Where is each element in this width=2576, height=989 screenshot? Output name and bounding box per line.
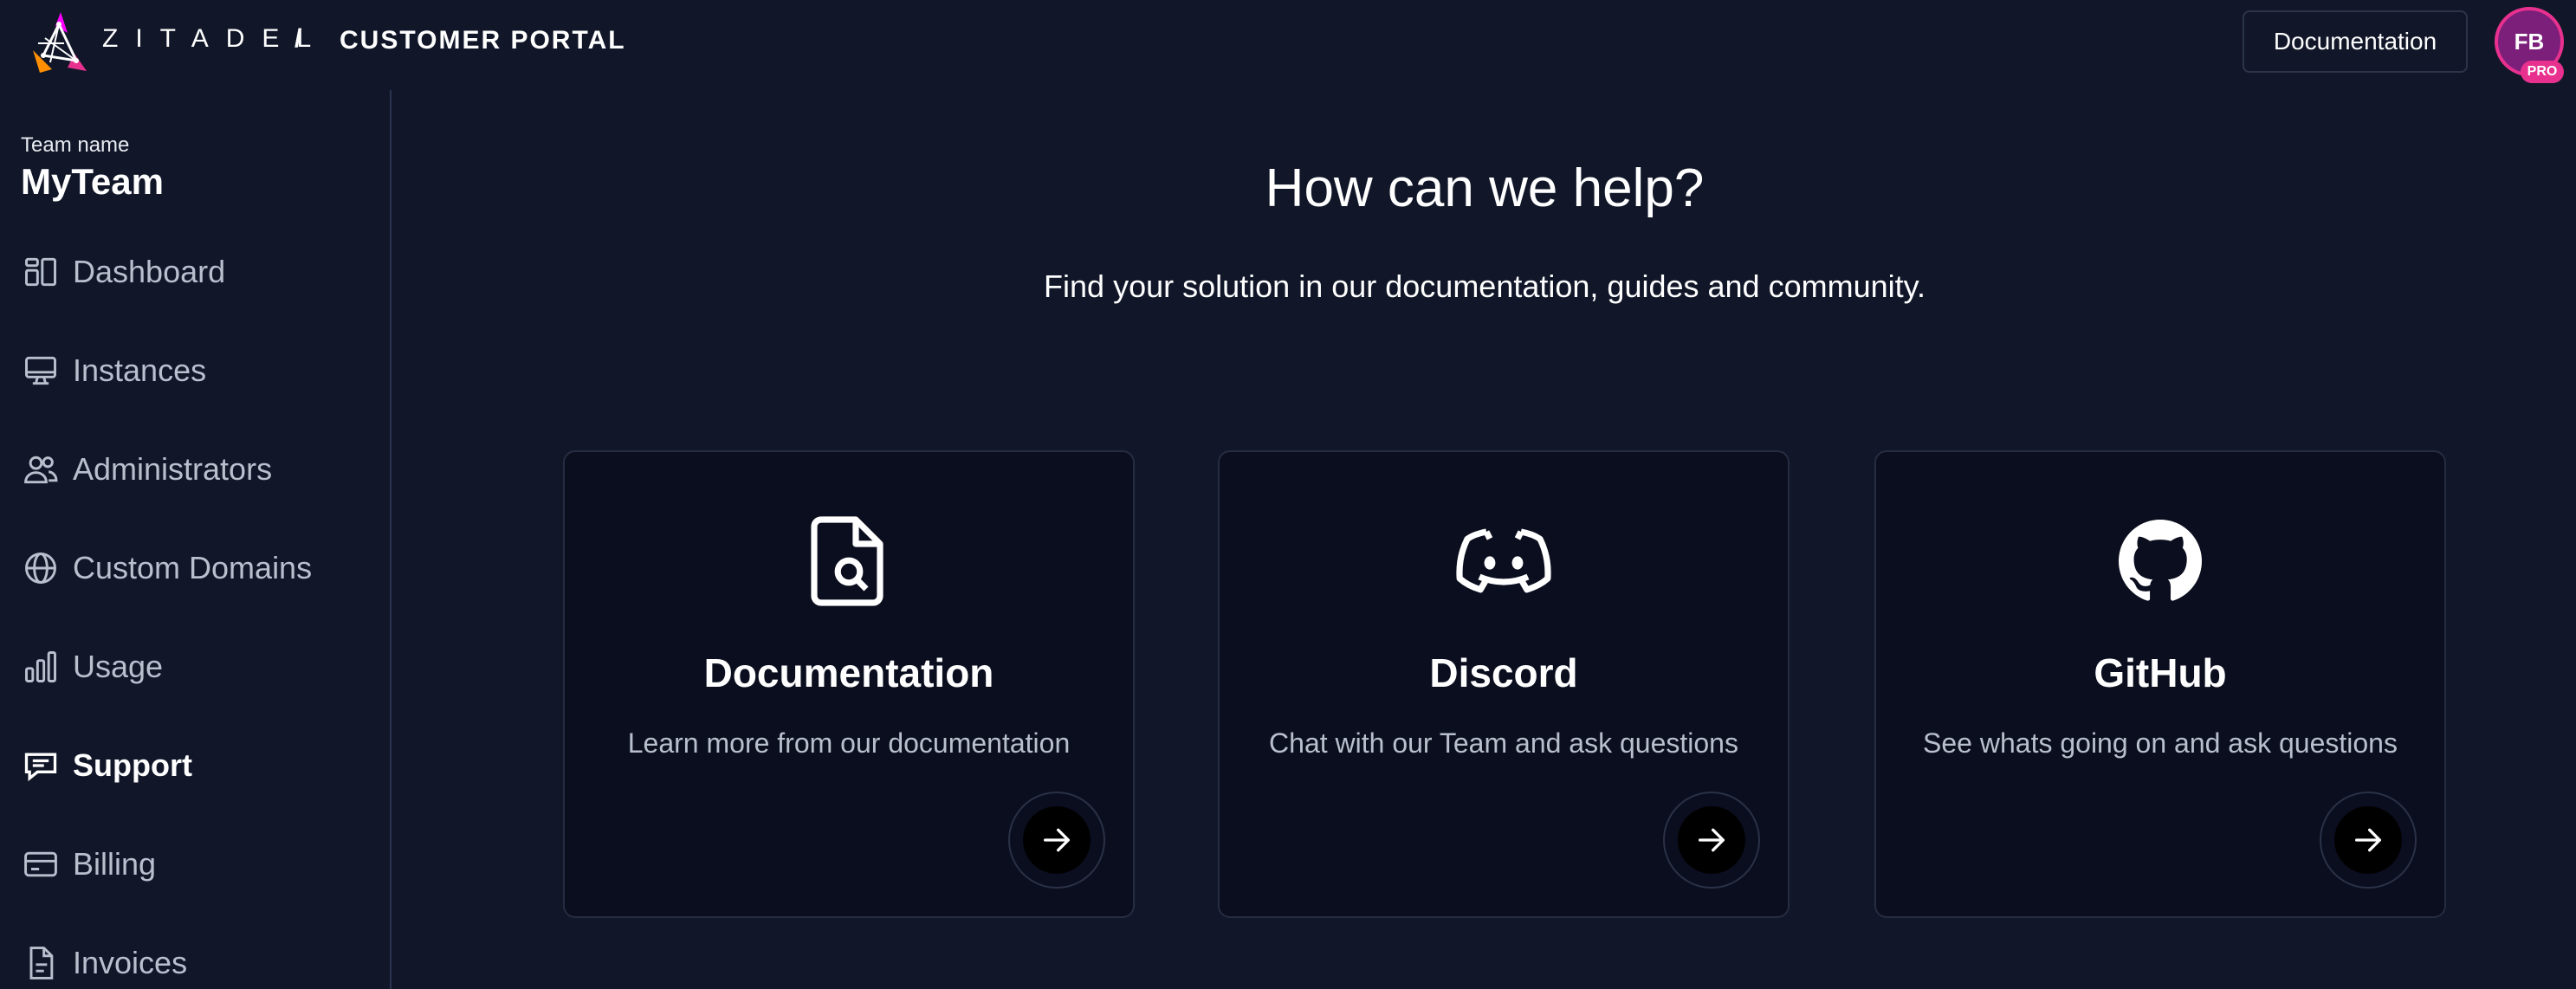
team-name[interactable]: MyTeam	[21, 161, 164, 203]
zitadel-logo-icon[interactable]	[26, 9, 92, 74]
monitor-icon	[21, 351, 61, 391]
sidebar-item-label: Dashboard	[73, 254, 226, 289]
document-search-icon	[565, 509, 1133, 613]
support-card-documentation[interactable]: Documentation Learn more from our docume…	[563, 450, 1135, 918]
sidebar-item-custom-domains[interactable]: Custom Domains	[14, 538, 378, 598]
card-title: Documentation	[703, 650, 994, 695]
sidebar-item-dashboard[interactable]: Dashboard	[14, 242, 378, 302]
card-title: GitHub	[2094, 650, 2227, 695]
sidebar-item-label: Support	[73, 747, 192, 783]
documentation-button[interactable]: Documentation	[2243, 10, 2468, 73]
main-content: How can we help? Find your solution in o…	[393, 87, 2576, 989]
sidebar-item-label: Instances	[73, 352, 207, 388]
sidebar-item-label: Administrators	[73, 451, 273, 487]
arrow-right-icon	[2355, 828, 2381, 852]
arrow-right-icon	[1699, 828, 1725, 852]
card-title: Discord	[1429, 650, 1578, 695]
page-title: How can we help?	[1265, 158, 1705, 218]
breadcrumb-separator: /	[294, 24, 302, 53]
globe-icon	[21, 548, 61, 588]
app-root: ZITADEL / CUSTOMER PORTAL Documentation …	[0, 0, 2576, 989]
card-description: See whats going on and ask questions	[1923, 727, 2398, 759]
users-icon	[21, 449, 61, 489]
sidebar-item-usage[interactable]: Usage	[14, 637, 378, 697]
sidebar: Team name MyTeam Dashboard Instances Adm…	[0, 90, 392, 989]
dashboard-icon	[21, 252, 61, 292]
discord-icon	[1220, 509, 1788, 613]
sidebar-item-billing[interactable]: Billing	[14, 834, 378, 895]
file-icon	[21, 943, 61, 983]
arrow-right-icon	[1044, 828, 1070, 852]
card-description: Learn more from our documentation	[627, 727, 1071, 759]
sidebar-item-label: Custom Domains	[73, 550, 313, 585]
page-subtitle: Find your solution in our documentation,…	[1044, 268, 1926, 304]
avatar-initials: FB	[2514, 28, 2545, 55]
sidebar-item-support[interactable]: Support	[14, 735, 378, 796]
card-arrow-button[interactable]	[1008, 792, 1105, 889]
sidebar-item-label: Invoices	[73, 945, 188, 980]
support-card-github[interactable]: GitHub See whats going on and ask questi…	[1874, 450, 2446, 918]
arrow-button-inner	[1678, 806, 1745, 874]
credit-card-icon	[21, 844, 61, 884]
portal-title: CUSTOMER PORTAL	[340, 26, 626, 55]
arrow-button-inner	[2334, 806, 2402, 874]
support-card-discord[interactable]: Discord Chat with our Team and ask quest…	[1218, 450, 1790, 918]
card-arrow-button[interactable]	[2320, 792, 2417, 889]
sidebar-item-administrators[interactable]: Administrators	[14, 439, 378, 500]
arrow-button-inner	[1023, 806, 1091, 874]
top-header: ZITADEL / CUSTOMER PORTAL Documentation …	[0, 0, 2576, 87]
github-icon	[1876, 509, 2444, 613]
sidebar-item-instances[interactable]: Instances	[14, 340, 378, 401]
sidebar-item-label: Usage	[73, 649, 164, 684]
card-description: Chat with our Team and ask questions	[1269, 727, 1738, 759]
card-arrow-button[interactable]	[1663, 792, 1760, 889]
plan-badge: PRO	[2521, 61, 2564, 83]
bar-chart-icon	[21, 647, 61, 687]
sidebar-item-invoices[interactable]: Invoices	[14, 933, 378, 989]
chat-icon	[21, 746, 61, 785]
team-label: Team name	[21, 133, 130, 157]
sidebar-item-label: Billing	[73, 846, 157, 882]
